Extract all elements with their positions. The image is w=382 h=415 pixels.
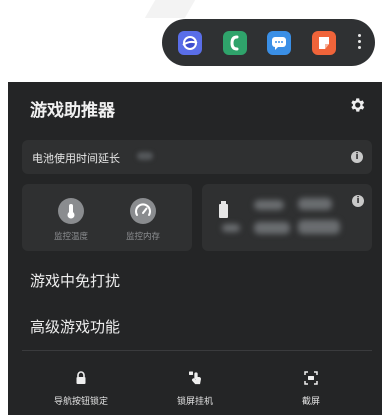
thermometer-icon: [58, 198, 84, 224]
edge-apps-panel: [162, 19, 375, 66]
screenshot-icon: [304, 371, 318, 385]
samsung-internet-icon[interactable]: [178, 31, 202, 55]
phone-icon[interactable]: [223, 31, 247, 55]
advanced-game-features-menu-item[interactable]: 高级游戏功能: [30, 316, 120, 337]
info-icon[interactable]: i: [351, 151, 363, 163]
divider: [22, 350, 372, 351]
panel-title: 游戏助推器: [30, 101, 115, 121]
redacted-value: [254, 222, 290, 234]
monitor-temperature-button[interactable]: 监控温度: [36, 184, 106, 251]
redacted-value: [298, 198, 332, 210]
messages-icon[interactable]: [267, 31, 291, 55]
do-not-disturb-menu-item[interactable]: 游戏中免打扰: [30, 270, 120, 291]
nav-button-lock-label: 导航按钮锁定: [53, 397, 108, 407]
redacted-value: [254, 200, 284, 210]
screenshot-label: 截屏: [301, 397, 320, 407]
gauge-icon: [130, 198, 156, 224]
lock-icon: [76, 371, 86, 384]
more-vertical-icon[interactable]: [355, 34, 363, 52]
notes-app-icon[interactable]: [312, 31, 336, 55]
touch-lock-icon: [189, 371, 201, 385]
gear-icon[interactable]: [348, 96, 366, 114]
nav-button-lock-button[interactable]: 导航按钮锁定: [26, 364, 136, 408]
monitor-memory-button[interactable]: 监控内存: [108, 184, 178, 251]
touch-lock-button[interactable]: 锁屏挂机: [140, 364, 250, 408]
game-booster-panel: 游戏助推器 电池使用时间延长 i 监控温度 监控内存 i 游戏中免打扰 高级游戏…: [8, 82, 382, 415]
battery-stats-card[interactable]: i: [202, 184, 372, 251]
monitor-temperature-label: 监控温度: [53, 232, 88, 242]
redacted-value: [137, 152, 153, 160]
touch-lock-label: 锁屏挂机: [176, 397, 213, 407]
screenshot-button[interactable]: 截屏: [256, 364, 366, 408]
redacted-value: [222, 224, 240, 232]
monitor-card: 监控温度 监控内存: [22, 184, 192, 251]
monitor-memory-label: 监控内存: [125, 232, 160, 242]
redacted-value: [298, 220, 340, 234]
background-shape: [144, 0, 196, 18]
battery-life-label: 电池使用时间延长: [32, 152, 120, 165]
battery-life-card[interactable]: 电池使用时间延长 i: [22, 140, 372, 174]
info-icon[interactable]: i: [352, 195, 364, 207]
battery-icon: [219, 201, 228, 218]
